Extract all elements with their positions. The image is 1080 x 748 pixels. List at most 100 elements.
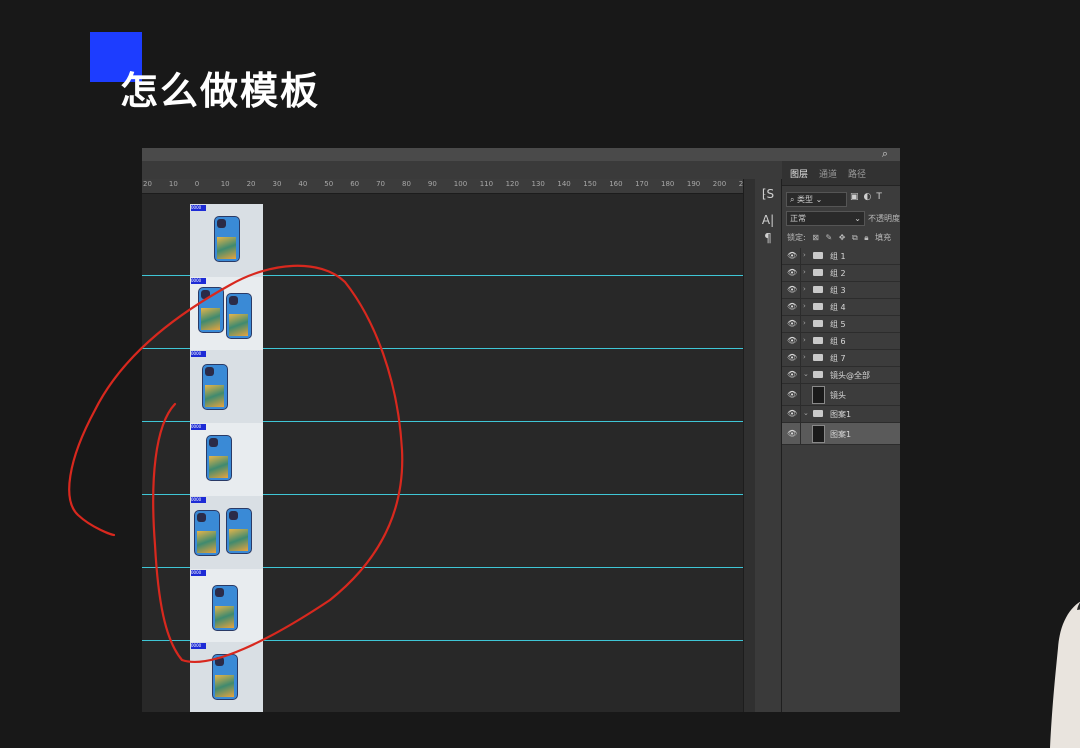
visibility-eye-icon[interactable]: 👁︎	[787, 336, 797, 345]
image-filter-icon[interactable]: ▣	[850, 192, 864, 202]
layer-name: 图案1	[830, 410, 852, 419]
horizontal-ruler: 20 10 0 10 20 30 40 50 60 70 80 90 100 110 120 130 140 15…	[142, 179, 748, 194]
layer-row[interactable]: 👁︎ ⌄ 镜头@全部	[782, 367, 900, 384]
vertical-scrollbar[interactable]	[743, 179, 755, 712]
layer-row[interactable]: 👁︎ › 组 3	[782, 282, 900, 299]
layer-row[interactable]: 👁︎ › 组 2	[782, 265, 900, 282]
blend-mode-value: 正常	[790, 214, 806, 223]
visibility-eye-icon[interactable]: 👁︎	[787, 353, 797, 362]
visibility-eye-icon[interactable]: 👁︎	[787, 429, 797, 438]
paragraph-icon[interactable]: ¶	[755, 231, 781, 245]
chevron-down-icon[interactable]: ⌄	[803, 370, 809, 378]
template-document[interactable]: 0000 0000 0000 0000 0000 0000 0000	[190, 204, 263, 712]
chevron-right-icon[interactable]: ›	[803, 336, 806, 344]
folder-icon	[813, 286, 823, 293]
folder-icon	[813, 337, 823, 344]
lock-image-icon[interactable]: ✎	[826, 233, 833, 242]
layer-name: 组 3	[830, 286, 846, 295]
chevron-right-icon[interactable]: ›	[803, 285, 806, 293]
layer-filter-select[interactable]: ⌕ 类型 ⌄	[786, 192, 847, 207]
phone-case-image	[202, 364, 228, 410]
layer-row[interactable]: 👁︎ › 组 4	[782, 299, 900, 316]
layer-row[interactable]: 👁︎ › 组 5	[782, 316, 900, 333]
layer-name: 组 6	[830, 337, 846, 346]
template-frame[interactable]: 0000	[190, 569, 263, 642]
filter-icons: ▣◐T	[850, 192, 887, 202]
template-frame[interactable]: 0000	[190, 496, 263, 569]
layer-row[interactable]: 👁︎ › 组 7	[782, 350, 900, 367]
phone-case-art	[215, 675, 234, 697]
lock-position-icon[interactable]: ✥	[839, 233, 846, 242]
text-filter-icon[interactable]: T	[876, 192, 887, 202]
layer-row[interactable]: 👁︎ › 组 1	[782, 248, 900, 265]
folder-icon	[813, 354, 823, 361]
ruler-tick: 80	[402, 180, 411, 188]
chevron-right-icon[interactable]: ›	[803, 302, 806, 310]
opacity-label: 不透明度	[868, 214, 900, 223]
ruler-tick: 70	[376, 180, 386, 188]
visibility-eye-icon[interactable]: 👁︎	[787, 319, 797, 328]
frame-label: 0000	[191, 643, 206, 649]
blend-mode-select[interactable]: 正常 ⌄	[786, 211, 865, 226]
tab-channels[interactable]: 通道	[819, 167, 837, 180]
ruler-tick: 20	[143, 180, 152, 188]
phone-case-art	[209, 456, 228, 478]
layer-thumbnail	[812, 386, 825, 404]
chevron-right-icon[interactable]: ›	[803, 268, 806, 276]
visibility-eye-icon[interactable]: 👁︎	[787, 251, 797, 260]
frame-label: 0000	[191, 570, 206, 576]
layer-name: 组 2	[830, 269, 846, 278]
template-frame[interactable]: 0000	[190, 642, 263, 712]
layer-row[interactable]: 👁︎ 镜头	[782, 384, 900, 406]
folder-icon	[813, 371, 823, 378]
template-frame[interactable]: 0000	[190, 423, 263, 496]
tab-paths[interactable]: 路径	[848, 167, 866, 180]
phone-case-image	[198, 287, 224, 333]
layer-row[interactable]: 👁︎ 图案1	[782, 423, 900, 445]
ruler-tick: 190	[686, 180, 701, 188]
folder-icon	[813, 410, 823, 417]
chevron-right-icon[interactable]: ›	[803, 319, 806, 327]
character-icon[interactable]: A|	[755, 213, 781, 227]
template-frame[interactable]: 0000	[190, 277, 263, 350]
visibility-eye-icon[interactable]: 👁︎	[787, 390, 797, 399]
frame-label: 0000	[191, 497, 206, 503]
chevron-right-icon[interactable]: ›	[803, 353, 806, 361]
layer-name: 组 5	[830, 320, 846, 329]
search-icon[interactable]: ⌕	[882, 148, 888, 161]
lock-all-icon[interactable]: 🔒︎	[864, 233, 868, 242]
phone-case-image	[206, 435, 232, 481]
frame-label: 0000	[191, 205, 206, 211]
adjust-filter-icon[interactable]: ◐	[864, 192, 877, 202]
folder-icon	[813, 320, 823, 327]
layer-row[interactable]: 👁︎ ⌄ 图案1	[782, 406, 900, 423]
lock-label: 锁定:	[787, 233, 806, 242]
lock-transparent-icon[interactable]: ⊠	[812, 233, 819, 242]
phone-case-image	[226, 293, 252, 339]
layer-row[interactable]: 👁︎ › 组 6	[782, 333, 900, 350]
template-frame[interactable]: 0000	[190, 350, 263, 423]
character-style-icon[interactable]: ⁅S	[755, 187, 781, 201]
ruler-tick: 50	[324, 180, 334, 188]
visibility-eye-icon[interactable]: 👁︎	[787, 370, 797, 379]
chevron-down-icon[interactable]: ⌄	[803, 409, 809, 417]
layer-name: 组 7	[830, 354, 846, 363]
ruler-tick: 200	[712, 180, 727, 188]
ruler-tick: 140	[557, 180, 571, 188]
lock-artboard-icon[interactable]: ⧉	[852, 233, 858, 242]
tab-layers[interactable]: 图层	[790, 167, 808, 180]
chevron-right-icon[interactable]: ›	[803, 251, 806, 259]
visibility-eye-icon[interactable]: 👁︎	[787, 302, 797, 311]
presenter-silhouette	[1050, 601, 1080, 748]
folder-icon	[813, 303, 823, 310]
template-frame[interactable]: 0000	[190, 204, 263, 277]
visibility-eye-icon[interactable]: 👁︎	[787, 268, 797, 277]
visibility-eye-icon[interactable]: 👁︎	[787, 285, 797, 294]
layer-name: 图案1	[830, 430, 852, 439]
photoshop-window: ⌕ 20 10 0 10 20 30 40 50 60 70 80 90 100 110 120 130 140…	[142, 148, 900, 712]
layer-list: 👁︎ › 组 1 👁︎ › 组 2 👁︎ › 组 3 👁︎ › 组 4 👁︎ › 组 5 👁︎ › 组 6 👁︎ › 组…	[782, 248, 900, 445]
visibility-eye-icon[interactable]: 👁︎	[787, 409, 797, 418]
ruler-tick: 0	[194, 180, 200, 188]
slide-title: 怎么做模板	[120, 69, 321, 113]
tool-column: ⁅S A| ¶	[755, 179, 782, 712]
